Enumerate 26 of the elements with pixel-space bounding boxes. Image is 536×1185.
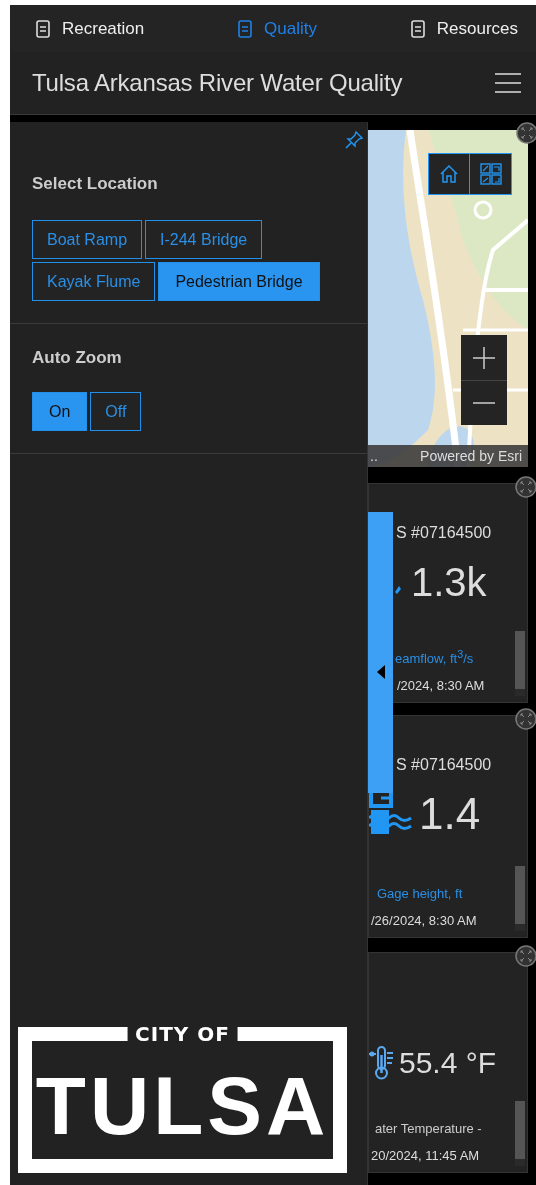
timestamp: 20/2024, 11:45 AM (371, 1148, 481, 1163)
station-number: S #07164500 (395, 756, 493, 775)
timestamp: /2024, 8:30 AM (396, 678, 486, 693)
tab[interactable]: Quality (238, 14, 317, 43)
option-button[interactable]: Boat Ramp (32, 220, 143, 259)
option-button[interactable]: Off (90, 392, 142, 431)
option-button[interactable]: I-244 Bridge (145, 220, 263, 259)
option-button[interactable]: Kayak Flume (32, 262, 156, 301)
attribution-text: .. (370, 448, 378, 464)
app-title: Tulsa Arkansas River Water Quality (32, 69, 403, 97)
map-credit: Powered by Esri (420, 448, 522, 464)
section-title: Select Location (32, 174, 159, 194)
reading-value: 55.4 °F (399, 1046, 497, 1080)
option-button[interactable]: On (32, 392, 88, 431)
section-title: Auto Zoom (32, 348, 123, 368)
option-button[interactable]: Pedestrian Bridge (158, 262, 320, 301)
tab[interactable]: Recreation (36, 14, 145, 43)
station-number: S #07164500 (395, 524, 493, 543)
timestamp: /26/2024, 8:30 AM (371, 913, 478, 928)
measure-label: Gage height, ft (376, 886, 464, 901)
logo-wordmark: TULSA (35, 1065, 330, 1147)
reading-value: 1.3k (411, 559, 487, 605)
measure-label: eamflow, ft$^{3}$/s (394, 647, 475, 666)
tab[interactable]: Resources (410, 14, 518, 43)
reading-value: 1.4 (419, 789, 481, 839)
measure-label: ater Temperature - (374, 1121, 483, 1136)
